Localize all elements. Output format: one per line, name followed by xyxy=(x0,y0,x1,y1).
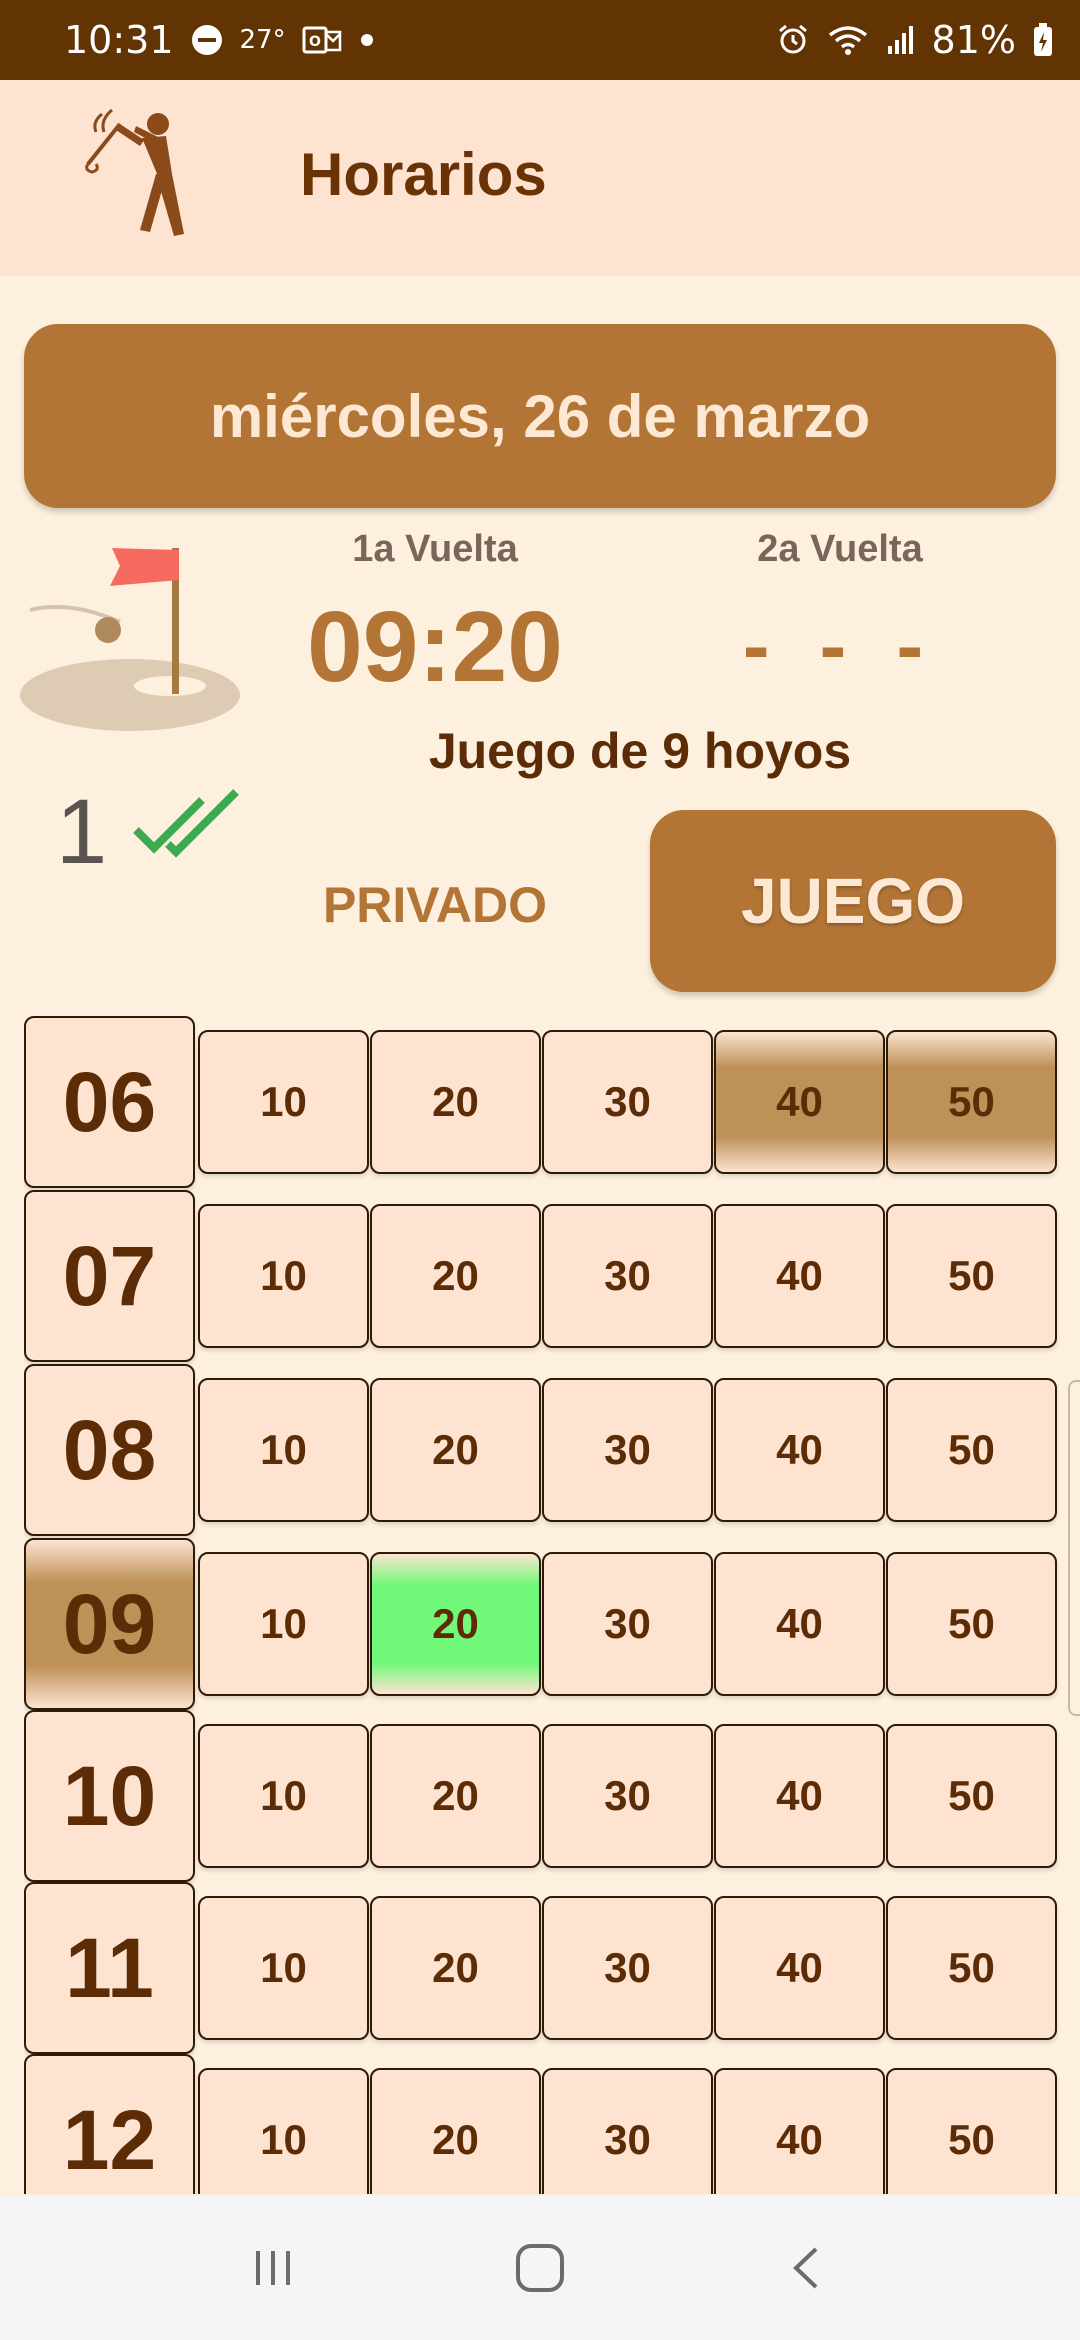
time-slot-button[interactable]: 40 xyxy=(714,1378,885,1522)
status-time: 10:31 xyxy=(64,18,174,62)
time-slot-button[interactable]: 50 xyxy=(886,1378,1057,1522)
hour-cell: 09 xyxy=(24,1538,195,1710)
schedule-row: 06 10 20 30 40 50 xyxy=(24,1016,1064,1188)
outlook-icon: O xyxy=(302,24,342,56)
time-slot-button[interactable]: 30 xyxy=(542,1896,713,2040)
time-slot-button[interactable]: 10 xyxy=(198,2068,369,2194)
round1-time: 09:20 xyxy=(307,591,563,703)
time-slot-button[interactable]: 50 xyxy=(886,1552,1057,1696)
time-slot-button[interactable]: 40 xyxy=(714,1030,885,1174)
recent-apps-button[interactable] xyxy=(213,2208,333,2328)
time-slot-button[interactable]: 50 xyxy=(886,1896,1057,2040)
privado-button[interactable]: PRIVADO xyxy=(290,860,580,950)
round2-time: - - - xyxy=(742,601,938,690)
round1-label: 1a Vuelta xyxy=(352,528,518,570)
juego-label: JUEGO xyxy=(740,865,966,937)
hour-cell: 12 xyxy=(24,2054,195,2194)
alarm-icon xyxy=(776,23,810,57)
recent-apps-icon xyxy=(256,2251,291,2285)
do-not-disturb-icon xyxy=(190,23,224,57)
status-left: 10:31 27° O xyxy=(64,18,376,62)
time-slot-button[interactable]: 10 xyxy=(198,1204,369,1348)
time-slot-button[interactable]: 10 xyxy=(198,1724,369,1868)
time-slot-button[interactable]: 20 xyxy=(370,1552,541,1696)
time-slot-button[interactable]: 20 xyxy=(370,1896,541,2040)
time-slot-button[interactable]: 50 xyxy=(886,2068,1057,2194)
time-slot-button[interactable]: 50 xyxy=(886,1030,1057,1174)
battery-icon xyxy=(1032,22,1054,58)
wifi-icon xyxy=(826,23,870,57)
time-slot-button[interactable]: 20 xyxy=(370,1030,541,1174)
hour-cell: 07 xyxy=(24,1190,195,1362)
signal-icon xyxy=(886,24,916,56)
back-icon xyxy=(792,2247,818,2289)
time-slot-button[interactable]: 10 xyxy=(198,1896,369,2040)
time-slot-button[interactable]: 10 xyxy=(198,1378,369,1522)
page-title: Horarios xyxy=(300,141,547,208)
hour-cell: 10 xyxy=(24,1710,195,1882)
time-slot-button[interactable]: 40 xyxy=(714,2068,885,2194)
juego-button[interactable]: JUEGO xyxy=(650,810,1056,992)
navigation-bar xyxy=(0,2196,1080,2340)
time-slot-button[interactable]: 40 xyxy=(714,1896,885,2040)
time-slot-button[interactable]: 20 xyxy=(370,1204,541,1348)
hour-cell: 11 xyxy=(24,1882,195,2054)
time-slot-button[interactable]: 40 xyxy=(714,1552,885,1696)
time-slot-button[interactable]: 50 xyxy=(886,1724,1057,1868)
battery-percentage: 81% xyxy=(931,18,1016,62)
app-bar: Horarios xyxy=(0,80,1080,276)
golfer-icon xyxy=(85,108,184,236)
time-slot-button[interactable]: 20 xyxy=(370,2068,541,2194)
time-slot-button[interactable]: 40 xyxy=(714,1204,885,1348)
time-slot-button[interactable]: 30 xyxy=(542,1552,713,1696)
time-slot-button[interactable]: 10 xyxy=(198,1552,369,1696)
hour-cell: 08 xyxy=(24,1364,195,1536)
time-slot-button[interactable]: 20 xyxy=(370,1724,541,1868)
player-count: 1 xyxy=(56,781,108,883)
schedule-grid: 06 10 20 30 40 50 07 10 20 30 40 50 08 10 20 30 40 50 09 10… xyxy=(24,1016,1064,2194)
time-slot-button[interactable]: 20 xyxy=(370,1378,541,1522)
status-right: 81% xyxy=(776,18,1054,62)
double-check-icon xyxy=(133,789,239,858)
game-type-label: Juego de 9 hoyos xyxy=(428,723,852,779)
golf-flag-icon xyxy=(20,548,240,731)
status-bar: 10:31 27° O 81% xyxy=(0,0,1080,80)
schedule-row: 12 10 20 30 40 50 xyxy=(24,2054,1064,2194)
schedule-row: 08 10 20 30 40 50 xyxy=(24,1364,1064,1536)
home-button[interactable] xyxy=(480,2208,600,2328)
schedule-row: 11 10 20 30 40 50 xyxy=(24,1882,1064,2054)
time-slot-button[interactable]: 30 xyxy=(542,2068,713,2194)
status-temperature: 27° xyxy=(239,25,286,55)
schedule-row: 07 10 20 30 40 50 xyxy=(24,1190,1064,1362)
time-slot-button[interactable]: 30 xyxy=(542,1724,713,1868)
schedule-row: 09 10 20 30 40 50 xyxy=(24,1538,1064,1710)
back-button[interactable] xyxy=(747,2208,867,2328)
time-slot-button[interactable]: 10 xyxy=(198,1030,369,1174)
round2-label: 2a Vuelta xyxy=(757,528,923,570)
time-slot-button[interactable]: 30 xyxy=(542,1378,713,1522)
time-slot-button[interactable]: 50 xyxy=(886,1204,1057,1348)
time-slot-button[interactable]: 30 xyxy=(542,1204,713,1348)
date-text: miércoles, 26 de marzo xyxy=(209,382,871,450)
scrollbar[interactable] xyxy=(1068,1380,1080,1716)
hour-cell: 06 xyxy=(24,1016,195,1188)
home-icon xyxy=(515,2244,564,2292)
time-slot-button[interactable]: 40 xyxy=(714,1724,885,1868)
svg-text:O: O xyxy=(309,34,321,50)
time-slot-button[interactable]: 30 xyxy=(542,1030,713,1174)
notification-dot-icon xyxy=(358,31,376,49)
date-selector-button[interactable]: miércoles, 26 de marzo xyxy=(24,324,1056,508)
schedule-row: 10 10 20 30 40 50 xyxy=(24,1710,1064,1882)
